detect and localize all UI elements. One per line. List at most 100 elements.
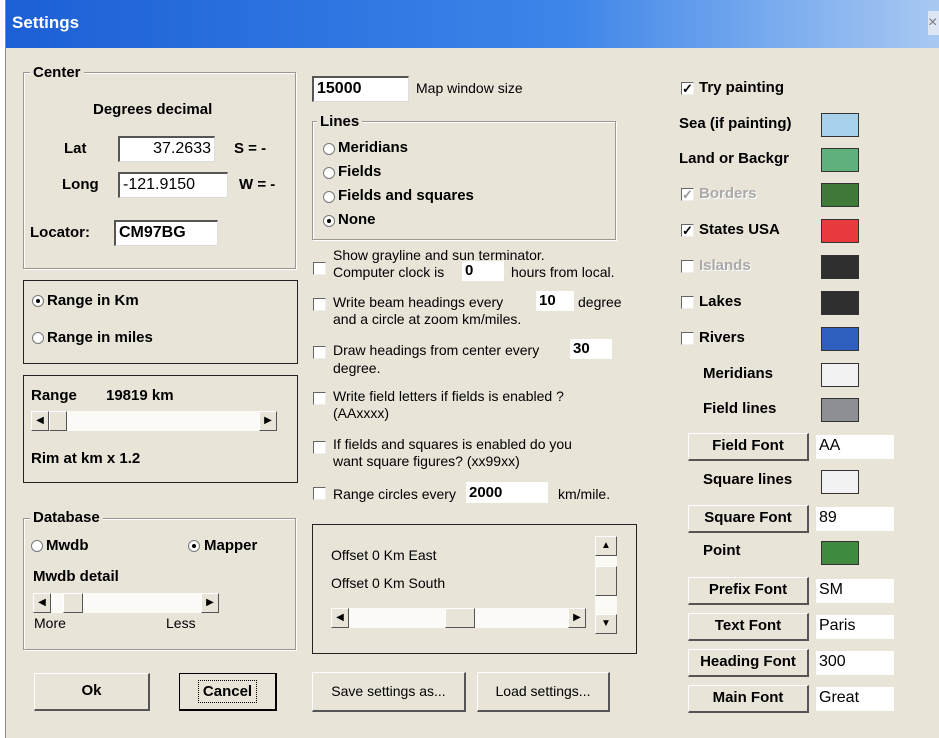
settings-window: Settings × Center Degrees decimal Lat 37…	[5, 0, 939, 738]
lines-meridians-label[interactable]: Meridians	[338, 139, 408, 156]
scroll-left-icon[interactable]: ◀	[331, 608, 349, 628]
offset-vertical-thumb[interactable]	[595, 566, 617, 596]
mwdb-radio[interactable]	[31, 540, 43, 552]
range-circles-text-a: Range circles every	[333, 486, 456, 502]
square-lines-color-swatch[interactable]	[821, 470, 859, 494]
sea-color-swatch[interactable]	[821, 113, 859, 137]
borders-color-swatch[interactable]	[821, 183, 859, 207]
range-scrollbar[interactable]: ◀ ▶	[31, 411, 277, 431]
rivers-checkbox[interactable]	[681, 332, 694, 345]
map-window-size-input[interactable]: 15000	[312, 76, 409, 102]
lakes-checkbox[interactable]	[681, 296, 694, 309]
rivers-color-swatch[interactable]	[821, 327, 859, 351]
scroll-right-icon[interactable]: ▶	[201, 593, 219, 613]
offset-vertical-scrollbar[interactable]: ▲ ▼	[595, 536, 617, 634]
lakes-color-swatch[interactable]	[821, 291, 859, 315]
offset-east-label: Offset 0 Km East	[331, 547, 437, 563]
point-color-swatch[interactable]	[821, 541, 859, 565]
try-painting-label[interactable]: Try painting	[699, 79, 784, 96]
load-settings-button[interactable]: Load settings...	[477, 672, 610, 712]
close-icon[interactable]: ×	[928, 11, 939, 35]
map-window-size-label: Map window size	[416, 80, 523, 96]
square-figures-text-1: If fields and squares is enabled do you	[333, 436, 572, 452]
islands-checkbox[interactable]	[681, 260, 694, 273]
islands-label[interactable]: Islands	[699, 257, 751, 274]
scroll-down-icon[interactable]: ▼	[595, 614, 617, 634]
mwdb-scroll-thumb[interactable]	[63, 593, 83, 613]
range-km-radio[interactable]	[32, 295, 44, 307]
prefix-font-button[interactable]: Prefix Font	[688, 577, 809, 605]
offset-horizontal-scrollbar[interactable]: ◀ ▶	[331, 608, 586, 628]
scroll-left-icon[interactable]: ◀	[31, 411, 49, 431]
borders-label[interactable]: Borders	[699, 185, 757, 202]
text-font-sample: Paris	[816, 615, 894, 639]
lines-none-label[interactable]: None	[338, 211, 376, 228]
mwdb-label[interactable]: Mwdb	[46, 537, 89, 554]
locator-input[interactable]: CM97BG	[114, 220, 218, 246]
lines-fields-squares-label[interactable]: Fields and squares	[338, 187, 474, 204]
long-input[interactable]: -121.9150	[118, 172, 228, 198]
long-hemisphere-note: W = -	[239, 176, 276, 193]
lines-fields-radio[interactable]	[323, 167, 335, 179]
lines-meridians-radio[interactable]	[323, 143, 335, 155]
headings-text-1a: Draw headings from center every	[333, 342, 540, 358]
states-usa-label[interactable]: States USA	[699, 221, 780, 238]
field-letters-text-1: Write field letters if fields is enabled…	[333, 388, 564, 404]
mapper-label[interactable]: Mapper	[204, 537, 257, 554]
islands-color-swatch[interactable]	[821, 255, 859, 279]
point-label: Point	[703, 542, 741, 559]
mwdb-detail-scrollbar[interactable]: ◀ ▶	[33, 593, 219, 613]
lines-none-radio[interactable]	[323, 215, 335, 227]
sea-label: Sea (if painting)	[679, 115, 792, 132]
range-miles-radio[interactable]	[32, 332, 44, 344]
land-color-swatch[interactable]	[821, 148, 859, 172]
lines-fields-squares-radio[interactable]	[323, 191, 335, 203]
rivers-label[interactable]: Rivers	[699, 329, 745, 346]
save-settings-button[interactable]: Save settings as...	[312, 672, 466, 712]
square-font-button[interactable]: Square Font	[688, 505, 809, 533]
less-label: Less	[166, 615, 196, 631]
main-font-button[interactable]: Main Font	[688, 685, 809, 713]
grayline-checkbox[interactable]	[313, 262, 326, 275]
scroll-left-icon[interactable]: ◀	[33, 593, 51, 613]
square-lines-label: Square lines	[703, 471, 793, 488]
center-group-title: Center	[30, 64, 84, 81]
draw-headings-checkbox[interactable]	[313, 346, 326, 359]
title-bar[interactable]: Settings ×	[6, 0, 939, 48]
format-label: Degrees decimal	[93, 101, 213, 118]
field-letters-checkbox[interactable]	[313, 392, 326, 405]
lines-group-title: Lines	[317, 113, 363, 130]
range-circles-input[interactable]: 2000	[466, 482, 548, 503]
range-km-label[interactable]: Range in Km	[47, 292, 139, 309]
heading-font-button[interactable]: Heading Font	[688, 649, 809, 677]
square-figures-checkbox[interactable]	[313, 441, 326, 454]
field-font-button[interactable]: Field Font	[688, 433, 809, 461]
scroll-up-icon[interactable]: ▲	[595, 536, 617, 556]
headings-degree-input[interactable]: 30	[570, 339, 612, 359]
mapper-radio[interactable]	[188, 540, 200, 552]
ok-button[interactable]: Ok	[34, 673, 150, 711]
range-scroll-thumb[interactable]	[49, 411, 67, 431]
field-lines-label: Field lines	[703, 400, 777, 417]
borders-checkbox[interactable]: ✓	[681, 188, 694, 201]
range-miles-label[interactable]: Range in miles	[47, 329, 153, 346]
lakes-label[interactable]: Lakes	[699, 293, 742, 310]
scroll-right-icon[interactable]: ▶	[259, 411, 277, 431]
beam-degree-input[interactable]: 10	[536, 291, 574, 311]
beam-headings-checkbox[interactable]	[313, 298, 326, 311]
text-font-button[interactable]: Text Font	[688, 613, 809, 641]
states-usa-color-swatch[interactable]	[821, 219, 859, 243]
field-lines-color-swatch[interactable]	[821, 398, 859, 422]
lat-input[interactable]: 37.2633	[118, 136, 215, 162]
meridians-color-swatch[interactable]	[821, 363, 859, 387]
cancel-button[interactable]: Cancel	[179, 673, 277, 711]
range-circles-checkbox[interactable]	[313, 487, 326, 500]
states-usa-checkbox[interactable]: ✓	[681, 224, 694, 237]
scroll-right-icon[interactable]: ▶	[568, 608, 586, 628]
lines-fields-label[interactable]: Fields	[338, 163, 381, 180]
database-group-title: Database	[30, 509, 103, 526]
beam-text-1a: Write beam headings every	[333, 294, 504, 310]
try-painting-checkbox[interactable]: ✓	[681, 82, 694, 95]
grayline-hours-input[interactable]: 0	[462, 261, 504, 281]
offset-horizontal-thumb[interactable]	[445, 608, 475, 628]
